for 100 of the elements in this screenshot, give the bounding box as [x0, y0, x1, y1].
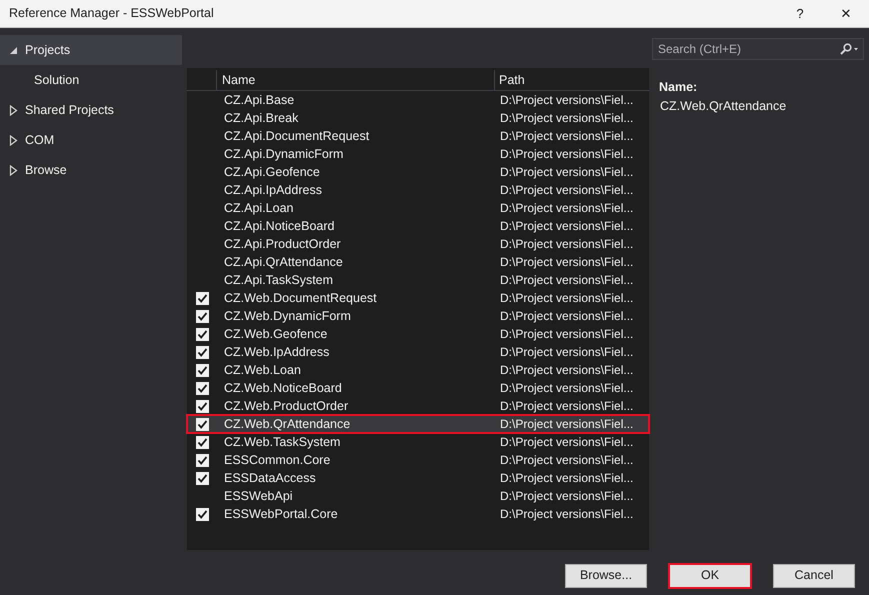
- table-row[interactable]: CZ.Api.Loan D:\Project versions\Fiel...: [187, 199, 649, 217]
- table-cell-text: CZ.Api.QrAttendance: [223, 254, 344, 271]
- close-button[interactable]: ✕: [823, 0, 869, 27]
- table-row[interactable]: CZ.Api.TaskSystem D:\Project versions\Fiel...: [187, 271, 649, 289]
- checkbox[interactable]: [196, 454, 208, 466]
- table-cell-text: D:\Project versions\Fiel...: [499, 434, 634, 451]
- table-cell-text: CZ.Api.ProductOrder: [223, 236, 342, 253]
- detail-label: Name:: [659, 79, 698, 96]
- detail-value: CZ.Web.QrAttendance: [659, 98, 788, 115]
- table-row[interactable]: ESSCommon.Core D:\Project versions\Fiel...: [187, 451, 649, 469]
- column-header[interactable]: Name: [222, 70, 256, 90]
- checkbox[interactable]: [196, 400, 208, 412]
- table-cell-text: D:\Project versions\Fiel...: [499, 362, 634, 379]
- dialog-button[interactable]: OK: [669, 564, 751, 588]
- search-field[interactable]: Search (Ctrl+E): [658, 40, 839, 58]
- table-cell-text: CZ.Api.Geofence: [223, 164, 321, 181]
- table-cell-text: ESSWebPortal.Core: [223, 506, 339, 523]
- collapsed-arrow-icon[interactable]: [9, 164, 18, 176]
- table-row[interactable]: CZ.Api.QrAttendance D:\Project versions\Fiel...: [187, 253, 649, 271]
- table-cell-text: D:\Project versions\Fiel...: [499, 452, 634, 469]
- table-cell-text: ESSCommon.Core: [223, 452, 332, 469]
- sidebar-item[interactable]: COM: [0, 125, 182, 155]
- table-cell-text: CZ.Api.TaskSystem: [223, 272, 334, 289]
- checkbox[interactable]: [196, 382, 208, 394]
- table-cell-text: CZ.Web.IpAddress: [223, 344, 330, 361]
- table-cell-text: CZ.Api.Loan: [223, 200, 294, 217]
- table-row[interactable]: CZ.Web.DynamicForm D:\Project versions\Fiel...: [187, 307, 649, 325]
- table-cell-text: CZ.Web.Geofence: [223, 326, 328, 343]
- sidebar-item[interactable]: Shared Projects: [0, 95, 182, 125]
- search-icon[interactable]: [839, 43, 859, 55]
- table-cell-text: D:\Project versions\Fiel...: [499, 200, 634, 217]
- table-cell-text: D:\Project versions\Fiel...: [499, 470, 634, 487]
- table-cell-text: D:\Project versions\Fiel...: [499, 146, 634, 163]
- table-row[interactable]: CZ.Web.ProductOrder D:\Project versions\Fiel...: [187, 397, 649, 415]
- dialog-button[interactable]: Cancel: [773, 564, 855, 588]
- table-row[interactable]: CZ.Api.Break D:\Project versions\Fiel...: [187, 109, 649, 127]
- table-row[interactable]: CZ.Web.NoticeBoard D:\Project versions\Fiel...: [187, 379, 649, 397]
- table-row[interactable]: CZ.Web.DocumentRequest D:\Project versions\Fiel...: [187, 289, 649, 307]
- table-cell-text: D:\Project versions\Fiel...: [499, 164, 634, 181]
- checkbox[interactable]: [196, 418, 208, 430]
- table-cell-text: D:\Project versions\Fiel...: [499, 326, 634, 343]
- table-cell-text: D:\Project versions\Fiel...: [499, 398, 634, 415]
- table-cell-text: D:\Project versions\Fiel...: [499, 254, 634, 271]
- sidebar-item[interactable]: Projects: [0, 35, 182, 65]
- table-cell-text: D:\Project versions\Fiel...: [499, 218, 634, 235]
- table-row[interactable]: CZ.Web.TaskSystem D:\Project versions\Fiel...: [187, 433, 649, 451]
- sidebar-item[interactable]: Solution: [0, 65, 182, 95]
- table-cell-text: D:\Project versions\Fiel...: [499, 236, 634, 253]
- help-button[interactable]: ?: [777, 0, 823, 27]
- column-header[interactable]: Path: [499, 70, 525, 90]
- checkbox[interactable]: [196, 328, 208, 340]
- table-cell-text: CZ.Web.TaskSystem: [223, 434, 342, 451]
- table-cell-text: D:\Project versions\Fiel...: [499, 308, 634, 325]
- table-row[interactable]: CZ.Api.IpAddress D:\Project versions\Fiel...: [187, 181, 649, 199]
- checkbox[interactable]: [196, 364, 208, 376]
- table-row[interactable]: CZ.Web.Geofence D:\Project versions\Fiel...: [187, 325, 649, 343]
- table-row[interactable]: CZ.Api.DocumentRequest D:\Project versions\Fiel...: [187, 127, 649, 145]
- checkbox[interactable]: [196, 310, 208, 322]
- table-row[interactable]: ESSWebApi D:\Project versions\Fiel...: [187, 487, 649, 505]
- table-row[interactable]: CZ.Api.NoticeBoard D:\Project versions\Fiel...: [187, 217, 649, 235]
- checkbox[interactable]: [196, 472, 208, 484]
- table-row[interactable]: ESSWebPortal.Core D:\Project versions\Fiel...: [187, 505, 649, 523]
- checkbox[interactable]: [196, 436, 208, 448]
- table-row[interactable]: CZ.Web.QrAttendance D:\Project versions\Fiel...: [187, 415, 649, 433]
- table-cell-text: D:\Project versions\Fiel...: [499, 182, 634, 199]
- table-cell-text: D:\Project versions\Fiel...: [499, 272, 634, 289]
- sidebar-item[interactable]: Browse: [0, 155, 182, 185]
- search-box[interactable]: Search (Ctrl+E): [652, 38, 864, 60]
- table-cell-text: CZ.Api.IpAddress: [223, 182, 323, 199]
- table-row[interactable]: CZ.Api.DynamicForm D:\Project versions\Fiel...: [187, 145, 649, 163]
- table-cell-text: D:\Project versions\Fiel...: [499, 416, 634, 433]
- table-cell-text: CZ.Web.QrAttendance: [223, 416, 352, 433]
- table-cell-text: CZ.Web.ProductOrder: [223, 398, 350, 415]
- table-row[interactable]: CZ.Web.IpAddress D:\Project versions\Fiel...: [187, 343, 649, 361]
- table-cell-text: D:\Project versions\Fiel...: [499, 380, 634, 397]
- table-row[interactable]: ESSDataAccess D:\Project versions\Fiel...: [187, 469, 649, 487]
- table-cell-text: D:\Project versions\Fiel...: [499, 488, 634, 505]
- table-row[interactable]: CZ.Api.Base D:\Project versions\Fiel...: [187, 91, 649, 109]
- expanded-arrow-icon[interactable]: [9, 46, 18, 54]
- table-cell-text: ESSDataAccess: [223, 470, 317, 487]
- table-cell-text: D:\Project versions\Fiel...: [499, 344, 634, 361]
- window-title: Reference Manager - ESSWebPortal: [8, 5, 214, 22]
- dialog-button[interactable]: Browse...: [565, 564, 647, 588]
- table-cell-text: D:\Project versions\Fiel...: [499, 506, 634, 523]
- table-cell-text: D:\Project versions\Fiel...: [499, 290, 634, 307]
- table-row[interactable]: CZ.Api.ProductOrder D:\Project versions\Fiel...: [187, 235, 649, 253]
- checkbox[interactable]: [196, 346, 208, 358]
- table-row[interactable]: CZ.Api.Geofence D:\Project versions\Fiel...: [187, 163, 649, 181]
- table-cell-text: CZ.Web.NoticeBoard: [223, 380, 343, 397]
- table-cell-text: D:\Project versions\Fiel...: [499, 92, 634, 109]
- checkbox[interactable]: [196, 508, 208, 520]
- collapsed-arrow-icon[interactable]: [9, 104, 18, 116]
- table-cell-text: CZ.Web.DocumentRequest: [223, 290, 378, 307]
- collapsed-arrow-icon[interactable]: [9, 134, 18, 146]
- table-cell-text: D:\Project versions\Fiel...: [499, 110, 634, 127]
- table-cell-text: CZ.Web.Loan: [223, 362, 302, 379]
- table-cell-text: ESSWebApi: [223, 488, 294, 505]
- checkbox[interactable]: [196, 292, 208, 304]
- table-row[interactable]: CZ.Web.Loan D:\Project versions\Fiel...: [187, 361, 649, 379]
- table-cell-text: CZ.Api.NoticeBoard: [223, 218, 336, 235]
